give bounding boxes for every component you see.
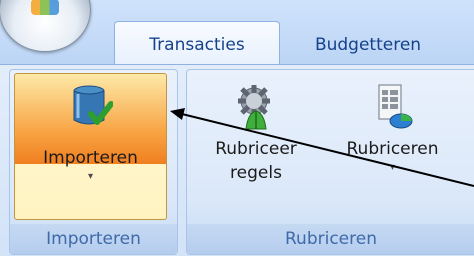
annotation-arrow <box>170 108 474 187</box>
